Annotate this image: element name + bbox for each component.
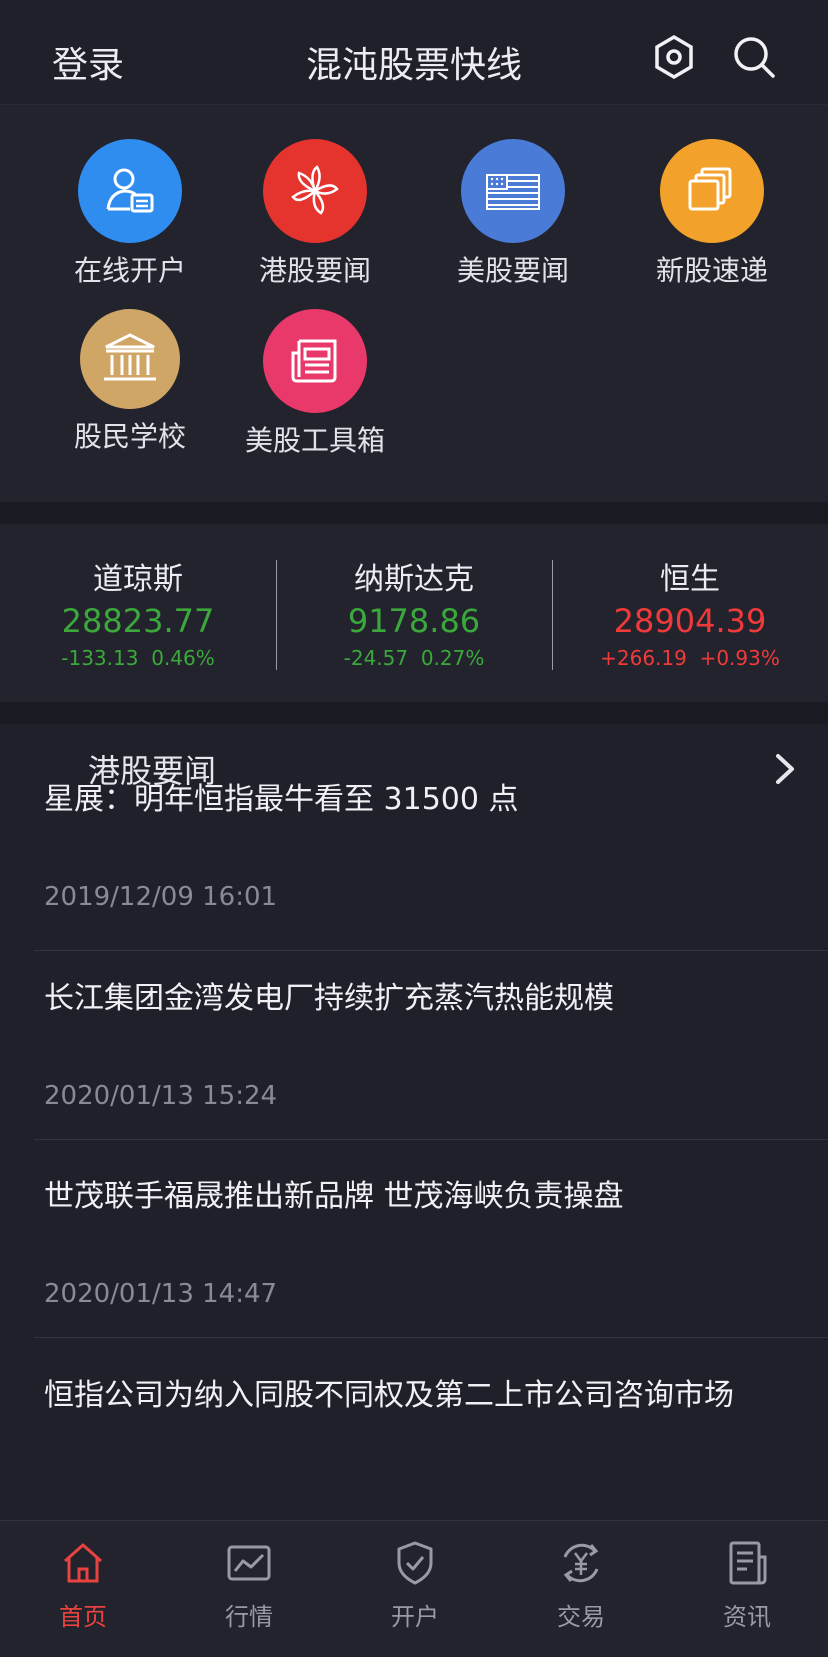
- news-headline: 长江集团金湾发电厂持续扩充蒸汽热能规模: [44, 981, 614, 1016]
- index-change: +266.19 +0.93%: [552, 646, 828, 670]
- tab-label: 交易: [557, 1603, 605, 1631]
- shortcut-label: 在线开户: [73, 254, 186, 287]
- stack-icon: [660, 139, 764, 243]
- shortcut-us-news[interactable]: 美股要闻: [428, 139, 598, 289]
- index-change-amount: -24.57: [343, 646, 409, 670]
- news-headline: 恒指公司为纳入同股不同权及第二上市公司咨询市场: [44, 1378, 734, 1413]
- newspaper-icon: [263, 309, 367, 413]
- shortcut-label: 新股速递: [655, 254, 768, 287]
- tab-label: 资讯: [723, 1603, 771, 1631]
- news-item[interactable]: 星展：明年恒指最牛看至 31500 点 2019/12/09 16:01: [0, 780, 828, 951]
- divider: [34, 950, 828, 951]
- shortcut-hk-news[interactable]: 港股要闻: [230, 139, 400, 289]
- shortcut-label: 港股要闻: [258, 254, 371, 287]
- home-icon: [64, 1543, 102, 1583]
- tab-label: 首页: [59, 1603, 107, 1631]
- bottom-tab-bar: 首页 行情 开户 交易 资讯: [0, 1520, 828, 1657]
- index-change-percent: 0.27%: [420, 646, 485, 670]
- search-icon[interactable]: [731, 34, 777, 80]
- shortcut-ipo[interactable]: 新股速递: [627, 139, 797, 289]
- divider: [34, 1337, 828, 1338]
- index-value: 28823.77: [61, 602, 215, 640]
- tab-trade[interactable]: 交易: [498, 1539, 664, 1632]
- index-change: -133.13 0.46%: [0, 646, 276, 670]
- shortcut-label: 股民学校: [73, 420, 186, 453]
- section-separator: [0, 502, 828, 524]
- school-icon: [80, 309, 180, 409]
- index-name: 纳斯达克: [354, 562, 474, 597]
- gear-icon[interactable]: [651, 34, 697, 80]
- tab-home[interactable]: 首页: [0, 1539, 166, 1632]
- bauhinia-icon: [263, 139, 367, 243]
- us-flag-icon: [461, 139, 565, 243]
- user-card-icon: [78, 139, 182, 243]
- tab-news[interactable]: 资讯: [664, 1539, 828, 1632]
- news-item[interactable]: 世茂联手福晟推出新品牌 世茂海峡负责操盘 2020/01/13 14:47: [0, 1177, 828, 1347]
- yen-exchange-icon: [563, 1543, 599, 1583]
- index-value: 28904.39: [613, 602, 767, 640]
- shortcut-label: 美股工具箱: [244, 424, 385, 457]
- news-timestamp: 2020/01/13 15:24: [44, 1081, 278, 1111]
- page-title: 混沌股票快线: [305, 45, 522, 86]
- section-separator: [0, 702, 828, 724]
- document-icon: [729, 1541, 767, 1585]
- shortcut-school[interactable]: 股民学校: [45, 309, 215, 455]
- index-nasdaq[interactable]: 纳斯达克 9178.86 -24.57 0.27%: [276, 554, 552, 670]
- shortcut-label: 美股要闻: [456, 254, 569, 287]
- shield-icon: [397, 1541, 433, 1585]
- divider: [34, 1139, 828, 1140]
- news-timestamp: 2019/12/09 16:01: [44, 882, 278, 912]
- top-bar: 登录 混沌股票快线: [0, 0, 828, 105]
- index-change-amount: +266.19: [600, 646, 687, 670]
- news-item[interactable]: 恒指公司为纳入同股不同权及第二上市公司咨询市场: [0, 1376, 828, 1516]
- news-timestamp: 2020/01/13 14:47: [44, 1279, 278, 1309]
- news-section: 港股要闻 星展：明年恒指最牛看至 31500 点 2019/12/09 16:0…: [0, 724, 828, 1520]
- tab-label: 开户: [391, 1603, 439, 1631]
- index-value: 9178.86: [347, 602, 481, 640]
- news-headline: 星展：明年恒指最牛看至 31500 点: [44, 782, 519, 817]
- index-change: -24.57 0.27%: [276, 646, 552, 670]
- news-item[interactable]: 长江集团金湾发电厂持续扩充蒸汽热能规模 2020/01/13 15:24: [0, 979, 828, 1149]
- index-change-percent: 0.46%: [151, 646, 215, 670]
- tab-account[interactable]: 开户: [332, 1539, 498, 1632]
- shortcut-online-account[interactable]: 在线开户: [45, 139, 215, 289]
- index-name: 恒生: [660, 562, 720, 597]
- tab-label: 行情: [225, 1603, 273, 1631]
- chart-icon: [227, 1545, 271, 1581]
- tab-market[interactable]: 行情: [166, 1539, 332, 1632]
- shortcut-grid: 在线开户 港股要闻 美股要闻 新股速递 股民学校 美股工具箱: [0, 105, 828, 502]
- shortcut-us-toolbox[interactable]: 美股工具箱: [230, 309, 400, 459]
- index-change-percent: +0.93%: [699, 646, 780, 670]
- market-indices: 道琼斯 28823.77 -133.13 0.46% 纳斯达克 9178.86 …: [0, 524, 828, 702]
- news-headline: 世茂联手福晟推出新品牌 世茂海峡负责操盘: [44, 1179, 624, 1214]
- index-change-amount: -133.13: [61, 646, 139, 670]
- index-hang-seng[interactable]: 恒生 28904.39 +266.19 +0.93%: [552, 554, 828, 670]
- index-dow-jones[interactable]: 道琼斯 28823.77 -133.13 0.46%: [0, 554, 276, 670]
- index-name: 道琼斯: [93, 562, 183, 597]
